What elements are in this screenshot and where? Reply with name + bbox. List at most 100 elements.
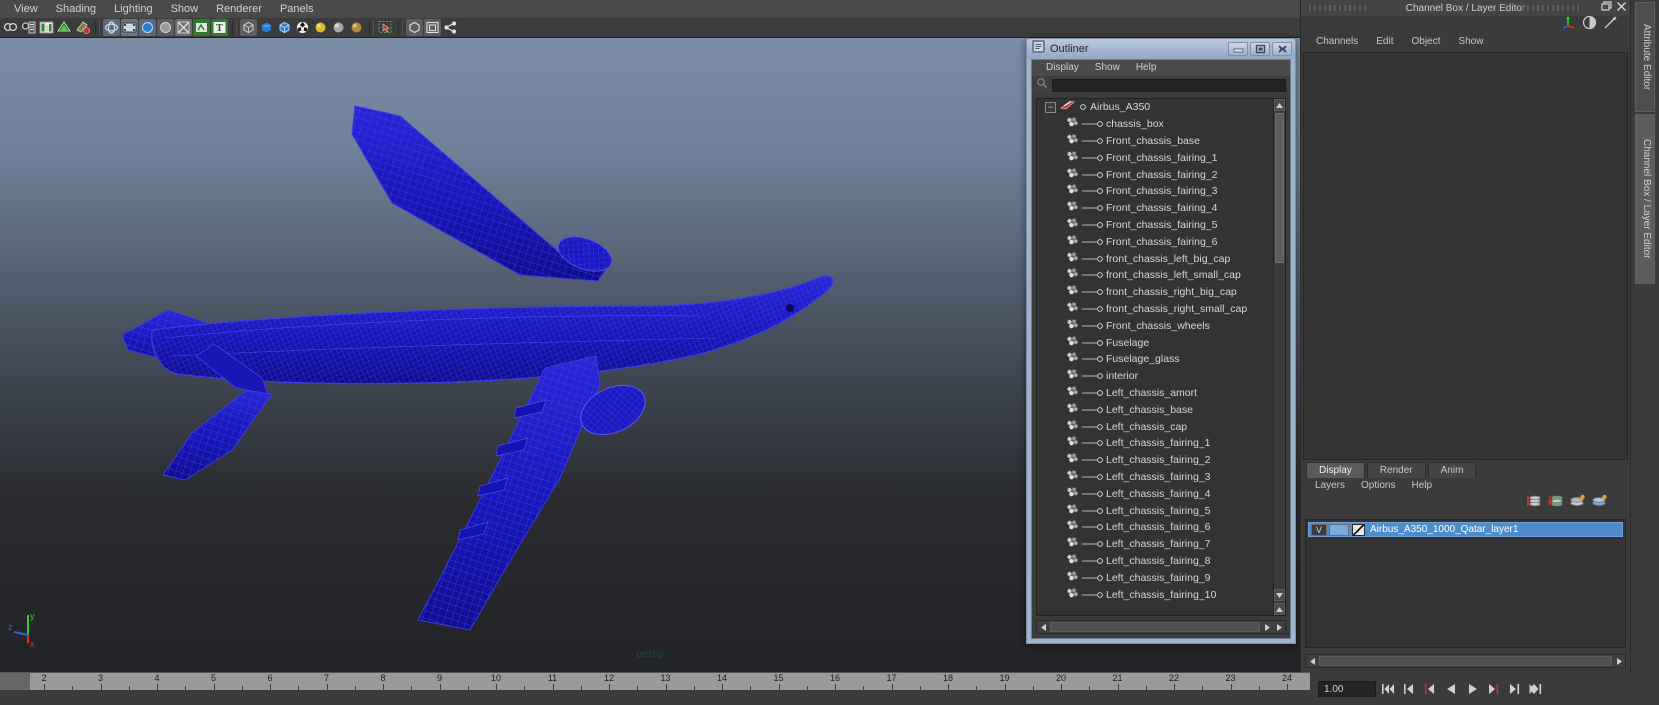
isolate-select-icon[interactable] bbox=[377, 19, 394, 36]
outliner-node[interactable]: Left_chassis_amort bbox=[1037, 385, 1272, 402]
outliner-menu-display[interactable]: Display bbox=[1038, 60, 1087, 76]
xray-toggle-icon[interactable] bbox=[406, 19, 423, 36]
layer-visibility-toggle[interactable]: V bbox=[1311, 523, 1327, 536]
minimize-button[interactable] bbox=[1228, 42, 1248, 56]
scroll-up-small-button[interactable] bbox=[1274, 603, 1285, 615]
channel-menu-edit[interactable]: Edit bbox=[1367, 34, 1402, 50]
select-camera-icon[interactable] bbox=[2, 19, 19, 36]
outliner-node[interactable]: Front_chassis_fairing_4 bbox=[1037, 200, 1272, 217]
wireframe-icon[interactable] bbox=[240, 19, 257, 36]
smooth-shade-icon[interactable] bbox=[103, 19, 120, 36]
wireframe-on-shaded-icon[interactable] bbox=[294, 19, 311, 36]
search-icon[interactable] bbox=[1036, 76, 1048, 94]
drag-grip-right[interactable] bbox=[1522, 5, 1582, 11]
resolution-gate-icon[interactable] bbox=[139, 19, 156, 36]
scroll-down-button[interactable] bbox=[1274, 589, 1285, 601]
text-overlay-icon[interactable]: T bbox=[211, 19, 228, 36]
time-slider-current-block[interactable] bbox=[0, 673, 30, 690]
close-button[interactable] bbox=[1615, 1, 1628, 14]
menu-item-show[interactable]: Show bbox=[162, 0, 208, 18]
outliner-node[interactable]: Left_chassis_fairing_8 bbox=[1037, 553, 1272, 570]
input-output-icon[interactable] bbox=[1603, 15, 1618, 35]
outliner-node[interactable]: interior bbox=[1037, 368, 1272, 385]
outliner-node[interactable]: Front_chassis_base bbox=[1037, 133, 1272, 150]
hscroll-extra-button[interactable] bbox=[1273, 618, 1285, 636]
outliner-node[interactable]: Left_chassis_fairing_2 bbox=[1037, 452, 1272, 469]
new-layer-icon[interactable] bbox=[1526, 494, 1542, 513]
outliner-node[interactable]: Left_chassis_fairing_7 bbox=[1037, 536, 1272, 553]
outliner-node[interactable]: Left_chassis_fairing_4 bbox=[1037, 485, 1272, 502]
step-forward-frame-icon[interactable] bbox=[1506, 681, 1523, 697]
layer-color-swatch[interactable] bbox=[1352, 523, 1365, 536]
gate-mask-icon[interactable] bbox=[157, 19, 174, 36]
outliner-menu-show[interactable]: Show bbox=[1087, 60, 1128, 76]
light-default-icon[interactable] bbox=[312, 19, 329, 36]
play-backwards-icon[interactable] bbox=[1443, 681, 1460, 697]
maximize-button[interactable] bbox=[1250, 42, 1270, 56]
close-button[interactable] bbox=[1272, 42, 1292, 56]
xray-joints-toggle-icon[interactable] bbox=[442, 19, 459, 36]
channel-box-content[interactable] bbox=[1303, 52, 1628, 460]
layer-name[interactable]: Airbus_A350_1000_Qatar_layer1 bbox=[1370, 524, 1518, 535]
layer-down-icon[interactable] bbox=[1592, 494, 1608, 513]
range-slider-bar[interactable] bbox=[0, 690, 1310, 705]
search-input[interactable] bbox=[1052, 78, 1286, 92]
step-back-key-icon[interactable] bbox=[1422, 681, 1439, 697]
outliner-node[interactable]: front_chassis_right_big_cap bbox=[1037, 284, 1272, 301]
menu-item-panels[interactable]: Panels bbox=[271, 0, 323, 18]
tab-display[interactable]: Display bbox=[1306, 462, 1365, 478]
outliner-tree[interactable]: − Airbus_A350 chassis_box Front_chassis_… bbox=[1036, 98, 1286, 616]
go-to-end-icon[interactable] bbox=[1527, 681, 1544, 697]
render-region-icon[interactable] bbox=[74, 19, 91, 36]
scroll-up-button[interactable] bbox=[1274, 99, 1285, 111]
time-slider[interactable]: 2 3 4 5 6 7 8 9 10 11 12 13 14 15 16 17 18 19 20 21 22 23 24 bbox=[0, 672, 1310, 690]
outliner-node[interactable]: front_chassis_left_small_cap bbox=[1037, 267, 1272, 284]
layer-hscroll-left[interactable] bbox=[1306, 652, 1318, 670]
hscroll-right-button[interactable] bbox=[1261, 618, 1273, 636]
outliner-node[interactable]: Left_chassis_fairing_9 bbox=[1037, 569, 1272, 586]
half-tone-icon[interactable] bbox=[1582, 15, 1597, 35]
outliner-title-bar[interactable]: Outliner bbox=[1027, 39, 1295, 59]
flat-shade-icon[interactable] bbox=[276, 19, 293, 36]
layer-hscroll-right[interactable] bbox=[1613, 652, 1625, 670]
drag-grip-left[interactable] bbox=[1309, 5, 1369, 11]
outliner-root-node[interactable]: − Airbus_A350 bbox=[1037, 99, 1272, 116]
outliner-node[interactable]: Front_chassis_fairing_6 bbox=[1037, 233, 1272, 250]
outliner-node[interactable]: Front_chassis_fairing_2 bbox=[1037, 166, 1272, 183]
outliner-window[interactable]: Outliner Display Show Help − Airbus_A350… bbox=[1026, 38, 1296, 644]
outliner-node[interactable]: Front_chassis_fairing_1 bbox=[1037, 149, 1272, 166]
layer-playback-toggle[interactable] bbox=[1329, 523, 1349, 536]
filmgate-icon[interactable] bbox=[121, 19, 138, 36]
scrollbar-thumb[interactable] bbox=[1275, 113, 1284, 263]
outliner-node[interactable]: Fuselage bbox=[1037, 334, 1272, 351]
outliner-menu-help[interactable]: Help bbox=[1128, 60, 1165, 76]
outliner-node[interactable]: Fuselage_glass bbox=[1037, 351, 1272, 368]
outliner-node[interactable]: Left_chassis_cap bbox=[1037, 418, 1272, 435]
outliner-horizontal-scrollbar[interactable] bbox=[1036, 620, 1286, 634]
menu-item-shading[interactable]: Shading bbox=[47, 0, 105, 18]
ipr-render-icon[interactable] bbox=[56, 19, 73, 36]
new-layer-from-selection-icon[interactable] bbox=[1547, 494, 1564, 513]
menu-item-view[interactable]: View bbox=[5, 0, 47, 18]
step-forward-key-icon[interactable] bbox=[1485, 681, 1502, 697]
menu-item-lighting[interactable]: Lighting bbox=[105, 0, 162, 18]
outliner-node[interactable]: Front_chassis_wheels bbox=[1037, 317, 1272, 334]
step-back-frame-icon[interactable] bbox=[1401, 681, 1418, 697]
show-manipulator-icon[interactable] bbox=[1561, 15, 1576, 35]
outliner-node[interactable]: front_chassis_left_big_cap bbox=[1037, 250, 1272, 267]
layer-menu-help[interactable]: Help bbox=[1403, 478, 1440, 493]
xray-active-icon[interactable] bbox=[424, 19, 441, 36]
layer-up-icon[interactable] bbox=[1570, 494, 1586, 513]
outliner-node[interactable]: Left_chassis_base bbox=[1037, 401, 1272, 418]
layer-menu-options[interactable]: Options bbox=[1353, 478, 1403, 493]
layer-row[interactable]: V Airbus_A350_1000_Qatar_layer1 bbox=[1308, 522, 1623, 537]
light-shadow-icon[interactable] bbox=[348, 19, 365, 36]
xray-icon[interactable] bbox=[175, 19, 192, 36]
menu-item-renderer[interactable]: Renderer bbox=[207, 0, 271, 18]
tab-anim[interactable]: Anim bbox=[1427, 462, 1477, 478]
outliner-vertical-scrollbar[interactable] bbox=[1273, 99, 1285, 615]
expand-collapse-toggle[interactable]: − bbox=[1045, 101, 1056, 113]
outliner-node[interactable]: Front_chassis_fairing_3 bbox=[1037, 183, 1272, 200]
light-all-icon[interactable] bbox=[330, 19, 347, 36]
hscroll-left-button[interactable] bbox=[1037, 618, 1049, 636]
